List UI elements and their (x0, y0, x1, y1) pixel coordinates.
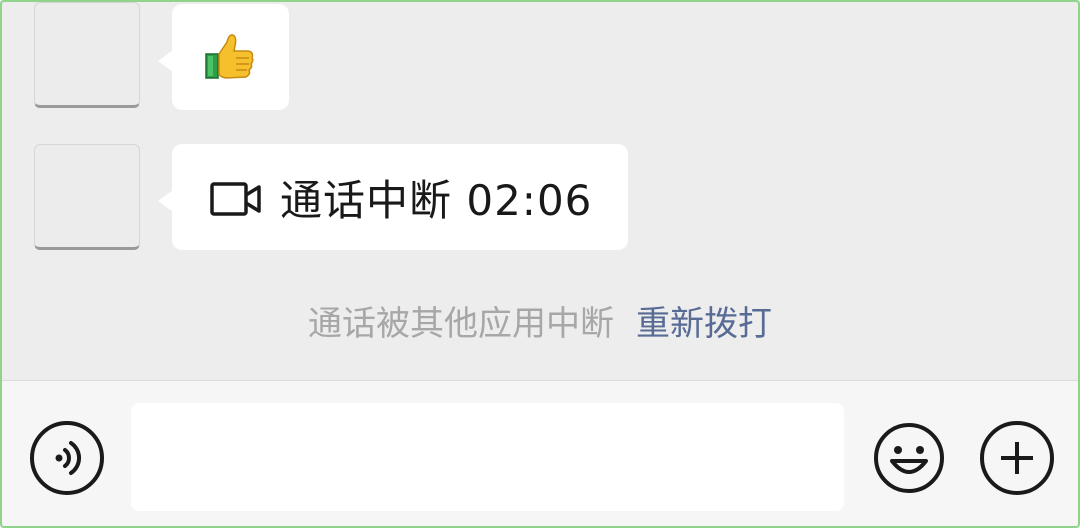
message-input[interactable] (131, 403, 844, 511)
chat-message-area[interactable]: 通话中断 02:06 通话被其他应用中断 重新拨打 (0, 0, 1080, 380)
message-bubble-sticker[interactable] (158, 4, 289, 110)
redial-link[interactable]: 重新拨打 (636, 304, 772, 344)
message-bubble-video-call[interactable]: 通话中断 02:06 (158, 144, 628, 250)
system-notice: 通话被其他应用中断 重新拨打 (0, 296, 1080, 345)
voice-input-button[interactable] (30, 421, 104, 495)
thumbs-up-sticker-icon (205, 34, 254, 79)
avatar[interactable] (34, 2, 140, 108)
video-camera-icon (210, 182, 261, 216)
avatar[interactable] (34, 144, 140, 250)
call-status-text: 通话中断 02:06 (280, 175, 593, 225)
emoji-icon (874, 423, 944, 493)
input-bar (0, 380, 1080, 528)
voice-icon (55, 441, 81, 475)
system-notice-text: 通话被其他应用中断 (308, 304, 614, 344)
emoji-button[interactable] (872, 421, 946, 495)
more-options-button[interactable] (980, 421, 1054, 495)
